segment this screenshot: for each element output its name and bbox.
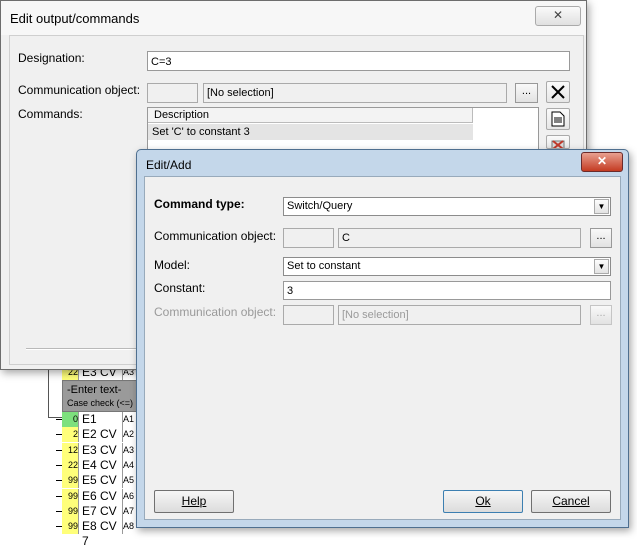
designation-label: Designation: <box>18 51 85 65</box>
table-row[interactable]: Set 'C' to constant 3 <box>148 124 473 140</box>
dialog-body: Command type: Switch/Query ▼ Communicati… <box>144 176 621 520</box>
delete-icon <box>551 85 565 99</box>
bg-row-num: 99 <box>62 473 79 489</box>
cancel-button[interactable]: Cancel <box>531 490 611 513</box>
dialog-title: Edit output/commands <box>10 11 140 26</box>
model-value: Set to constant <box>287 260 361 272</box>
chevron-down-icon[interactable]: ▼ <box>594 259 609 274</box>
browse-button[interactable]: ... <box>515 83 538 103</box>
bg-row: 2E2 CV 1A2 <box>56 427 140 456</box>
bg-row-num: 99 <box>62 503 79 519</box>
help-button[interactable]: Help <box>154 490 234 513</box>
browse-button[interactable]: ... <box>590 228 612 248</box>
remove-icon <box>551 140 565 148</box>
bg-row-label: E3 CV 2 <box>79 442 123 472</box>
chevron-down-icon[interactable]: ▼ <box>594 199 609 214</box>
comm-object-label: Communication object: <box>18 83 141 97</box>
bg-row-label: E7 CV 6 <box>79 503 123 533</box>
command-type-label: Command type: <box>154 197 245 211</box>
close-button[interactable]: ✕ <box>581 152 623 172</box>
commands-label: Commands: <box>18 107 83 121</box>
column-header-description[interactable]: Description <box>148 108 473 123</box>
browse2-button: ... <box>590 305 612 325</box>
commands-table[interactable]: Description Set 'C' to constant 3 <box>147 107 539 153</box>
comm-object2-field: [No selection] <box>338 305 581 325</box>
bg-row: 99E6 CV 5A6 <box>56 488 140 518</box>
designation-field[interactable]: C=3 <box>147 51 570 71</box>
bg-row-label: E2 CV 1 <box>79 427 123 456</box>
new-document-button[interactable] <box>546 108 570 130</box>
bg-row-num: 12 <box>62 442 79 458</box>
constant-label: Constant: <box>154 281 206 295</box>
bg-row-label: E4 CV 3 <box>79 457 123 487</box>
comm-object-label: Communication object: <box>154 229 277 243</box>
block-title: -Enter text- <box>67 384 122 396</box>
close-button[interactable]: ✕ <box>535 6 581 26</box>
comm-object-id-field[interactable] <box>147 83 198 103</box>
comm-object-id-field[interactable] <box>283 228 334 248</box>
dialog-title: Edit/Add <box>146 158 192 172</box>
comm-object2-id-field <box>283 305 334 325</box>
remove-command-button[interactable] <box>546 135 570 149</box>
block-subtitle: Case check (<=) <box>67 398 134 408</box>
ok-button[interactable]: Ok <box>443 490 523 513</box>
bg-row: 99 E8 CV 7 A8 <box>56 519 140 548</box>
bg-row-num: 99 <box>62 488 79 504</box>
cancel-label: Cancel <box>552 494 590 508</box>
ok-label: Ok <box>475 494 491 508</box>
comm-object-field[interactable]: C <box>338 228 581 248</box>
title-bar: Edit output/commands ✕ <box>1 1 586 35</box>
command-type-value: Switch/Query <box>287 200 353 212</box>
comm-object-field[interactable]: [No selection] <box>203 83 507 103</box>
delete-button[interactable] <box>546 81 570 103</box>
bg-row: 0E1 valueA1 <box>56 412 140 441</box>
bg-row-num: 2 <box>62 427 79 443</box>
model-select[interactable]: Set to constant ▼ <box>283 257 611 276</box>
bg-row: 99E7 CV 6A7 <box>56 503 140 533</box>
model-label: Model: <box>154 258 191 272</box>
bg-row-num: 0 <box>62 412 79 427</box>
bg-row-label: E8 CV 7 <box>79 519 123 548</box>
comm-object2-label: Communication object: <box>154 305 277 319</box>
logic-block[interactable]: -Enter text- Case check (<=) <box>62 380 142 412</box>
bg-row-label: E6 CV 5 <box>79 488 123 518</box>
help-label: Help <box>181 494 207 508</box>
bg-row: 22E4 CV 3A4 <box>56 457 140 487</box>
command-type-select[interactable]: Switch/Query ▼ <box>283 197 611 216</box>
bg-row-num: 22 <box>62 457 79 473</box>
edit-add-dialog: Edit/Add ✕ Command type: Switch/Query ▼ … <box>136 149 629 528</box>
constant-field[interactable]: 3 <box>283 281 611 300</box>
bg-row: 12E3 CV 2A3 <box>56 442 140 472</box>
bg-row-label: E5 CV 4 <box>79 473 123 502</box>
bg-row-num: 99 <box>62 519 79 535</box>
bg-row-label: E1 value <box>79 412 123 441</box>
document-icon <box>551 111 565 127</box>
bg-row: 99E5 CV 4A5 <box>56 473 140 502</box>
